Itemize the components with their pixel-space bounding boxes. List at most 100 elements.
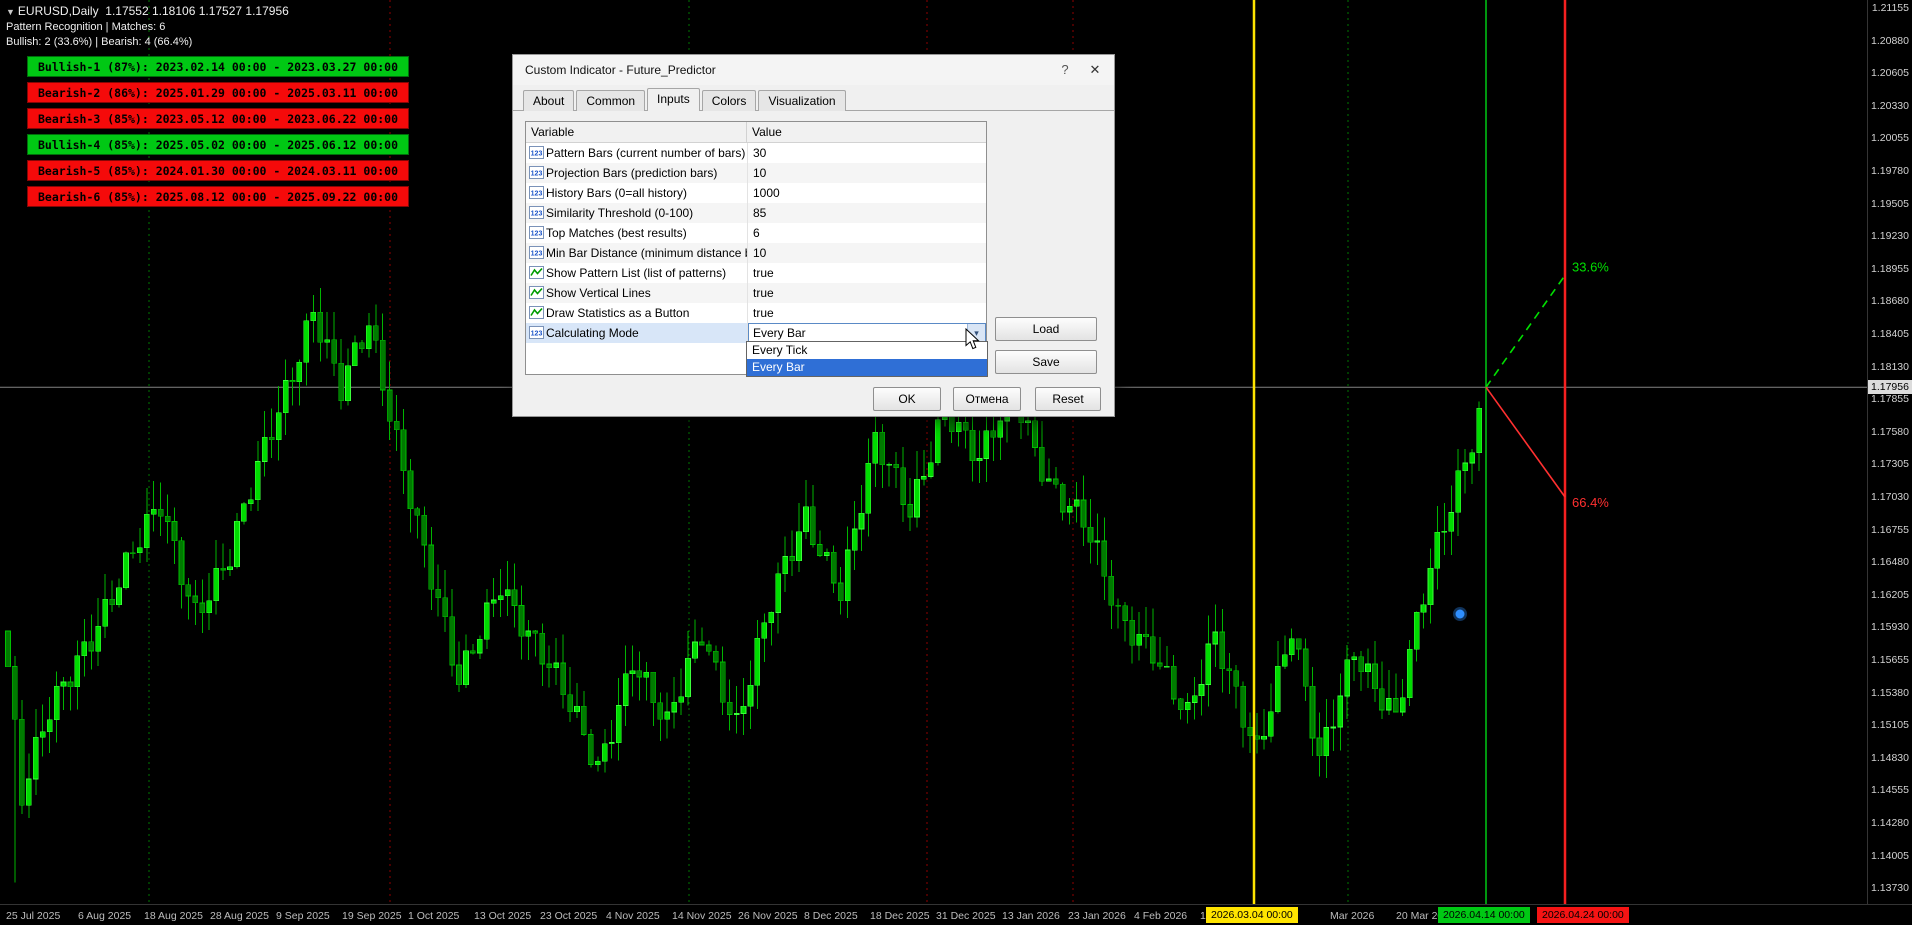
pattern-button-5[interactable]: Bearish-5 (85%): 2024.01.30 00:00 - 2024… bbox=[27, 160, 410, 181]
svg-text:66.4%: 66.4% bbox=[1572, 495, 1609, 510]
dialog-titlebar[interactable]: Custom Indicator - Future_Predictor ? ✕ bbox=[513, 55, 1114, 85]
time-label: 19 Sep 2025 bbox=[342, 910, 402, 922]
input-name: Top Matches (best results) bbox=[546, 226, 687, 240]
price-tick: 1.14005 bbox=[1871, 849, 1909, 862]
input-value[interactable]: 30 bbox=[747, 143, 986, 163]
pattern-list: Bullish-1 (87%): 2023.02.14 00:00 - 2023… bbox=[27, 56, 410, 212]
input-row[interactable]: Show Vertical Lines true bbox=[526, 283, 986, 303]
tab-visualization[interactable]: Visualization bbox=[758, 90, 846, 111]
input-name: Pattern Bars (current number of bars) bbox=[546, 146, 746, 160]
pattern-button-6[interactable]: Bearish-6 (85%): 2025.08.12 00:00 - 2025… bbox=[27, 186, 410, 207]
price-tick: 1.18680 bbox=[1871, 295, 1909, 308]
dialog-title: Custom Indicator - Future_Predictor bbox=[525, 63, 716, 77]
input-value[interactable]: 85 bbox=[747, 203, 986, 223]
input-value[interactable]: 10 bbox=[747, 243, 986, 263]
price-tick: 1.16205 bbox=[1871, 588, 1909, 601]
price-tick: 1.19505 bbox=[1871, 197, 1909, 210]
time-label: 23 Jan 2026 bbox=[1068, 910, 1126, 922]
column-value: Value bbox=[752, 125, 782, 139]
time-label: 1 Oct 2025 bbox=[408, 910, 460, 922]
numeric-input-icon: 123 bbox=[526, 184, 546, 202]
input-value[interactable]: true bbox=[747, 303, 986, 323]
load-button[interactable]: Load bbox=[995, 317, 1097, 341]
calculating-mode-combo[interactable]: Every Bar ▾ bbox=[748, 323, 986, 343]
inputs-table: Variable Value 123 Pattern Bars (current… bbox=[525, 121, 987, 375]
input-row[interactable]: 123 Pattern Bars (current number of bars… bbox=[526, 143, 986, 163]
pattern-button-3[interactable]: Bearish-3 (85%): 2023.05.12 00:00 - 2023… bbox=[27, 108, 410, 129]
numeric-input-icon: 123 bbox=[526, 164, 546, 182]
input-name: Show Pattern List (list of patterns) bbox=[546, 266, 727, 280]
input-value[interactable]: true bbox=[747, 263, 986, 283]
svg-text:123: 123 bbox=[530, 171, 542, 178]
svg-text:123: 123 bbox=[530, 211, 542, 218]
symbol-label: EURUSD,Daily bbox=[17, 4, 99, 18]
dropdown-option[interactable]: Every Tick bbox=[747, 342, 987, 359]
price-tick: 1.17305 bbox=[1871, 458, 1909, 471]
price-tick: 1.20055 bbox=[1871, 132, 1909, 145]
price-tick: 1.17030 bbox=[1871, 491, 1909, 503]
input-row[interactable]: 123 Similarity Threshold (0-100) 85 bbox=[526, 203, 986, 223]
input-value[interactable]: 1000 bbox=[747, 183, 986, 203]
reset-button[interactable]: Reset bbox=[1035, 387, 1101, 411]
svg-text:123: 123 bbox=[530, 331, 542, 338]
input-value[interactable]: 10 bbox=[747, 163, 986, 183]
table-header: Variable Value bbox=[526, 122, 986, 143]
input-row[interactable]: 123 History Bars (0=all history) 1000 bbox=[526, 183, 986, 203]
ohlc-quotes: 1.17552 1.18106 1.17527 1.17956 bbox=[105, 4, 289, 18]
price-tick: 1.15655 bbox=[1871, 654, 1909, 666]
tab-colors[interactable]: Colors bbox=[701, 90, 757, 111]
time-label: 4 Nov 2025 bbox=[606, 910, 660, 922]
ok-button[interactable]: OK bbox=[873, 387, 941, 411]
time-label: 25 Jul 2025 bbox=[6, 910, 61, 922]
price-tick: 1.16755 bbox=[1871, 523, 1909, 536]
close-button[interactable]: ✕ bbox=[1080, 59, 1110, 81]
tab-common[interactable]: Common bbox=[576, 90, 646, 111]
time-label: 13 Oct 2025 bbox=[474, 910, 532, 922]
time-axis[interactable]: 25 Jul 2025 6 Aug 2025 18 Aug 2025 28 Aug 2… bbox=[0, 904, 1912, 925]
price-tick: 1.18130 bbox=[1871, 360, 1909, 373]
pattern-button-4[interactable]: Bullish-4 (85%): 2025.05.02 00:00 - 2025… bbox=[27, 134, 410, 155]
indicator-input-icon bbox=[526, 304, 546, 322]
svg-text:123: 123 bbox=[530, 231, 542, 238]
time-label: Mar 2026 bbox=[1330, 910, 1375, 922]
time-tag-red: 2026.04.24 00:00 bbox=[1537, 907, 1629, 923]
time-label: 18 Dec 2025 bbox=[870, 910, 930, 922]
indicator-input-icon bbox=[526, 264, 546, 282]
input-row[interactable]: 123 Top Matches (best results) 6 bbox=[526, 223, 986, 243]
input-value[interactable]: true bbox=[747, 283, 986, 303]
tab-about[interactable]: About bbox=[523, 90, 575, 111]
input-row[interactable]: 123 Calculating Mode Every Bar ▾ bbox=[526, 323, 986, 343]
cancel-button[interactable]: Отмена bbox=[953, 387, 1021, 411]
price-tick: 1.19780 bbox=[1871, 165, 1909, 177]
input-value[interactable]: 6 bbox=[747, 223, 986, 243]
input-row[interactable]: Show Pattern List (list of patterns) tru… bbox=[526, 263, 986, 283]
input-name: Calculating Mode bbox=[546, 326, 639, 340]
help-button[interactable]: ? bbox=[1050, 59, 1080, 81]
price-axis[interactable]: 1.21155 1.20880 1.20605 1.20330 1.20055 1.197… bbox=[1867, 0, 1912, 905]
price-tick: 1.15380 bbox=[1871, 686, 1909, 699]
pattern-button-2[interactable]: Bearish-2 (86%): 2025.01.29 00:00 - 2025… bbox=[27, 82, 410, 103]
input-row[interactable]: Draw Statistics as a Button true bbox=[526, 303, 986, 323]
numeric-input-icon: 123 bbox=[526, 224, 546, 242]
price-tick: 1.18955 bbox=[1871, 262, 1909, 275]
numeric-input-icon: 123 bbox=[526, 244, 546, 262]
time-label: 14 Nov 2025 bbox=[672, 910, 732, 922]
column-variable: Variable bbox=[526, 122, 747, 142]
chevron-down-icon[interactable]: ▾ bbox=[967, 324, 985, 342]
svg-text:123: 123 bbox=[530, 191, 542, 198]
tab-inputs[interactable]: Inputs bbox=[647, 88, 700, 111]
pattern-button-1[interactable]: Bullish-1 (87%): 2023.02.14 00:00 - 2023… bbox=[27, 56, 410, 77]
price-tick: 1.19230 bbox=[1871, 230, 1909, 243]
input-row[interactable]: 123 Min Bar Distance (minimum distance b… bbox=[526, 243, 986, 263]
save-button[interactable]: Save bbox=[995, 350, 1097, 374]
symbol-quote-line: ▼ EURUSD,Daily 1.17552 1.18106 1.17527 1.… bbox=[6, 4, 289, 20]
input-row[interactable]: 123 Projection Bars (prediction bars) 10 bbox=[526, 163, 986, 183]
price-tick: 1.14280 bbox=[1871, 817, 1909, 829]
svg-text:33.6%: 33.6% bbox=[1572, 259, 1609, 274]
price-tick: 1.17580 bbox=[1871, 425, 1909, 438]
svg-text:123: 123 bbox=[530, 251, 542, 258]
dropdown-option[interactable]: Every Bar bbox=[747, 359, 987, 376]
input-name: Show Vertical Lines bbox=[546, 286, 651, 300]
price-tick: 1.21155 bbox=[1871, 2, 1909, 14]
price-tick: 1.20605 bbox=[1871, 67, 1909, 80]
